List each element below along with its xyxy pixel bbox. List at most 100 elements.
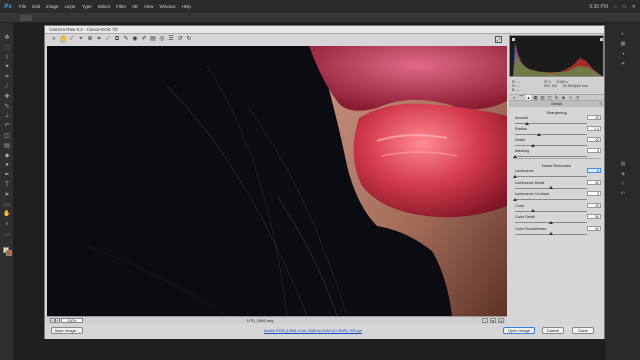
slider-track[interactable] (515, 210, 587, 212)
dodge-tool-icon[interactable]: ● (3, 162, 11, 169)
hsl-tab-icon[interactable]: ▦ (533, 95, 538, 100)
clone-stamp-tool-icon[interactable]: ⊥ (3, 113, 11, 120)
slider-thumb[interactable] (536, 132, 541, 136)
blur-tool-icon[interactable]: ◆ (3, 153, 11, 160)
swap-icon[interactable]: ⇄ (490, 318, 496, 323)
menu-select[interactable]: Select (98, 4, 111, 9)
menu-help[interactable]: Help (182, 4, 191, 9)
slider-thumb[interactable] (525, 121, 530, 125)
snapshots-tab-icon[interactable]: ◷ (575, 95, 580, 100)
basic-tab-icon[interactable]: ◐ (512, 95, 517, 100)
styles-panel-icon[interactable]: ✦ (617, 61, 629, 67)
swatches-panel-icon[interactable]: ▦ (617, 41, 629, 47)
color-sampler-tool-icon[interactable]: ⌖ (78, 36, 84, 43)
slider-value-input[interactable]: 0 (587, 148, 601, 153)
slider-thumb[interactable] (531, 209, 535, 212)
menu-filter[interactable]: Filter (116, 4, 126, 9)
rotate-left-icon[interactable]: ↺ (177, 36, 183, 43)
adjustment-brush-icon[interactable]: ✐ (141, 36, 147, 43)
pen-tool-icon[interactable]: ✒ (3, 172, 11, 179)
channels-panel-icon[interactable]: ◈ (617, 171, 629, 177)
effects-tab-icon[interactable]: fx (554, 95, 559, 100)
shape-tool-icon[interactable]: ▭ (3, 202, 11, 209)
menu-3d[interactable]: 3D (132, 4, 138, 9)
gradient-tool-icon[interactable]: ▤ (3, 143, 11, 150)
slider-value-input[interactable]: 50 (587, 214, 601, 219)
quick-select-tool-icon[interactable]: ✦ (3, 64, 11, 71)
slider-value-input[interactable]: 25 (587, 137, 601, 142)
slider-value-input[interactable]: 25 (587, 202, 601, 208)
hand-tool-icon[interactable]: ✋ (60, 36, 67, 43)
brush-tool-icon[interactable]: ✎ (3, 104, 11, 111)
more-tools-icon[interactable]: … (3, 231, 11, 238)
transform-tool-icon[interactable]: ⧉ (114, 36, 120, 43)
color-panel-icon[interactable]: ◐ (617, 31, 629, 37)
paths-panel-icon[interactable]: ⌇ (617, 181, 629, 187)
open-image-button[interactable]: Open Image (503, 327, 535, 334)
split-toning-tab-icon[interactable]: ▥ (540, 95, 545, 100)
slider-thumb[interactable] (549, 232, 553, 235)
save-image-button[interactable]: Save Image... (51, 327, 83, 334)
spot-removal-tool-icon[interactable]: ✎ (123, 36, 129, 43)
slider-track[interactable] (515, 134, 587, 135)
tone-curve-tab-icon[interactable]: ⌒ (519, 95, 524, 100)
panel-menu-icon[interactable]: ≡ (600, 101, 602, 107)
slider-track[interactable] (515, 176, 587, 177)
lens-corrections-tab-icon[interactable]: ◫ (547, 95, 552, 100)
targeted-adjustment-tool-icon[interactable]: ⊕ (87, 36, 93, 43)
slider-thumb[interactable] (513, 174, 517, 178)
radial-filter-icon[interactable]: ◎ (159, 36, 165, 43)
cancel-button[interactable]: Cancel (542, 327, 564, 334)
slider-value-input[interactable]: 50 (587, 225, 601, 231)
hand-tool-icon[interactable]: ✋ (3, 211, 11, 218)
adjustments-panel-icon[interactable]: ◑ (617, 51, 629, 57)
graduated-filter-icon[interactable]: ▤ (150, 36, 156, 43)
detail-tab-icon[interactable]: ▲ (526, 95, 531, 100)
menu-layer[interactable]: Layer (65, 4, 76, 9)
menu-type[interactable]: Type (82, 4, 92, 9)
eraser-tool-icon[interactable]: ◫ (3, 133, 11, 140)
home-button[interactable] (20, 15, 32, 21)
move-tool-icon[interactable]: ✥ (3, 35, 11, 42)
healing-tool-icon[interactable]: ✚ (3, 94, 11, 101)
eyedropper-tool-icon[interactable]: ⁄ (3, 84, 11, 91)
type-tool-icon[interactable]: T (3, 182, 11, 189)
slider-thumb[interactable] (549, 220, 553, 224)
zoom-tool-icon[interactable]: ⌕ (51, 36, 57, 43)
fullscreen-icon[interactable]: ⤢ (495, 36, 502, 43)
camera-calibration-tab-icon[interactable]: ◈ (561, 95, 566, 100)
path-select-tool-icon[interactable]: ➤ (3, 192, 11, 199)
slider-thumb[interactable] (513, 197, 517, 201)
zoom-in-button[interactable]: + (55, 318, 60, 323)
slider-track[interactable] (515, 156, 587, 157)
done-button[interactable]: Done (572, 327, 594, 334)
lasso-tool-icon[interactable]: ⌇ (3, 55, 11, 62)
slider-value-input[interactable]: 25 (587, 115, 601, 120)
slider-value-input[interactable]: 1.0 (587, 126, 601, 131)
slider-track[interactable] (515, 145, 587, 146)
menu-window[interactable]: Window (160, 4, 176, 9)
presets-tab-icon[interactable]: ≡ (568, 95, 573, 100)
rotate-right-icon[interactable]: ↻ (186, 36, 192, 43)
before-after-icon[interactable]: Y (482, 318, 488, 323)
zoom-tool-icon[interactable]: ⌕ (3, 221, 11, 228)
slider-thumb[interactable] (549, 186, 553, 189)
preferences-icon[interactable]: ☰ (168, 36, 174, 43)
menu-view[interactable]: View (144, 4, 154, 9)
close-icon[interactable]: ✕ (632, 4, 636, 10)
slider-value-input[interactable]: 0 (587, 191, 601, 196)
marquee-tool-icon[interactable]: ⬚ (3, 45, 11, 52)
straighten-tool-icon[interactable]: ⟋ (105, 36, 111, 43)
slider-track[interactable] (515, 199, 587, 200)
workflow-options-link[interactable]: Adobe RGB (1998); 8 bit; 3456 by 5184 (1… (264, 329, 362, 333)
settings-copy-icon[interactable]: ⧉ (498, 318, 504, 323)
slider-thumb[interactable] (531, 143, 535, 147)
white-balance-tool-icon[interactable]: ⁄ (69, 36, 75, 43)
layers-panel-icon[interactable]: ▤ (617, 161, 629, 167)
history-panel-icon[interactable]: ↶ (617, 191, 629, 197)
crop-tool-icon[interactable]: ⌗ (3, 74, 11, 81)
zoom-level-select[interactable]: 200% (61, 318, 83, 323)
slider-value-input[interactable]: 50 (587, 179, 601, 185)
minimize-icon[interactable]: – (614, 4, 617, 10)
history-brush-tool-icon[interactable]: ↶ (3, 123, 11, 130)
